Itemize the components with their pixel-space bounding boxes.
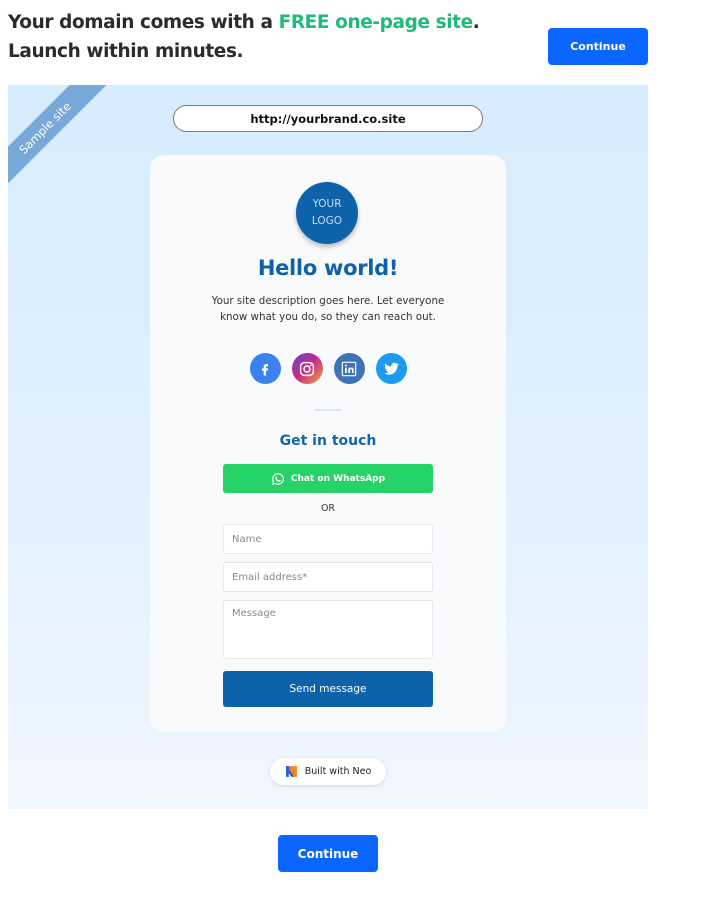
facebook-icon (262, 363, 268, 376)
linkedin-link[interactable] (333, 353, 365, 384)
contact-heading: Get in touch (279, 433, 377, 449)
twitter-icon (383, 362, 399, 375)
send-message-button[interactable]: Send message (223, 671, 433, 707)
headline-line-2: Launch within minutes. (8, 41, 244, 62)
section-divider (314, 409, 342, 411)
email-input[interactable] (223, 562, 433, 592)
message-textarea[interactable] (223, 600, 433, 659)
or-separator: OR (320, 503, 336, 514)
continue-button-top[interactable]: Continue (548, 28, 648, 65)
name-input[interactable] (223, 524, 433, 554)
instagram-link[interactable] (291, 353, 323, 384)
headline-accent: FREE one-page site (278, 12, 474, 33)
url-bar: http://yourbrand.co.site (173, 105, 483, 132)
built-with-neo-label: Built with Neo (304, 766, 372, 777)
instagram-icon (299, 361, 315, 376)
sample-site-preview: Sample site http://yourbrand.co.site YOU… (8, 85, 648, 809)
neo-logo-icon (285, 766, 297, 777)
built-with-neo-badge[interactable]: Built with Neo (270, 758, 386, 785)
site-title: Hello world! (257, 256, 399, 280)
whatsapp-button-label: Chat on WhatsApp (290, 473, 386, 484)
linkedin-icon (341, 361, 357, 376)
site-description: Your site description goes here. Let eve… (211, 295, 445, 323)
site-card: YOUR LOGO Hello world! Your site descrip… (150, 155, 506, 732)
social-links (150, 353, 506, 384)
headline-line-1: Your domain comes with a FREE one-page s… (8, 12, 480, 33)
continue-button-bottom[interactable]: Continue (278, 835, 378, 872)
twitter-link[interactable] (375, 353, 407, 384)
logo-placeholder: YOUR LOGO (296, 182, 358, 244)
facebook-link[interactable] (249, 353, 281, 384)
whatsapp-icon (271, 472, 284, 485)
whatsapp-button[interactable]: Chat on WhatsApp (223, 464, 433, 493)
sample-site-ribbon: Sample site (8, 85, 108, 191)
headline: Your domain comes with a FREE one-page s… (8, 8, 480, 66)
